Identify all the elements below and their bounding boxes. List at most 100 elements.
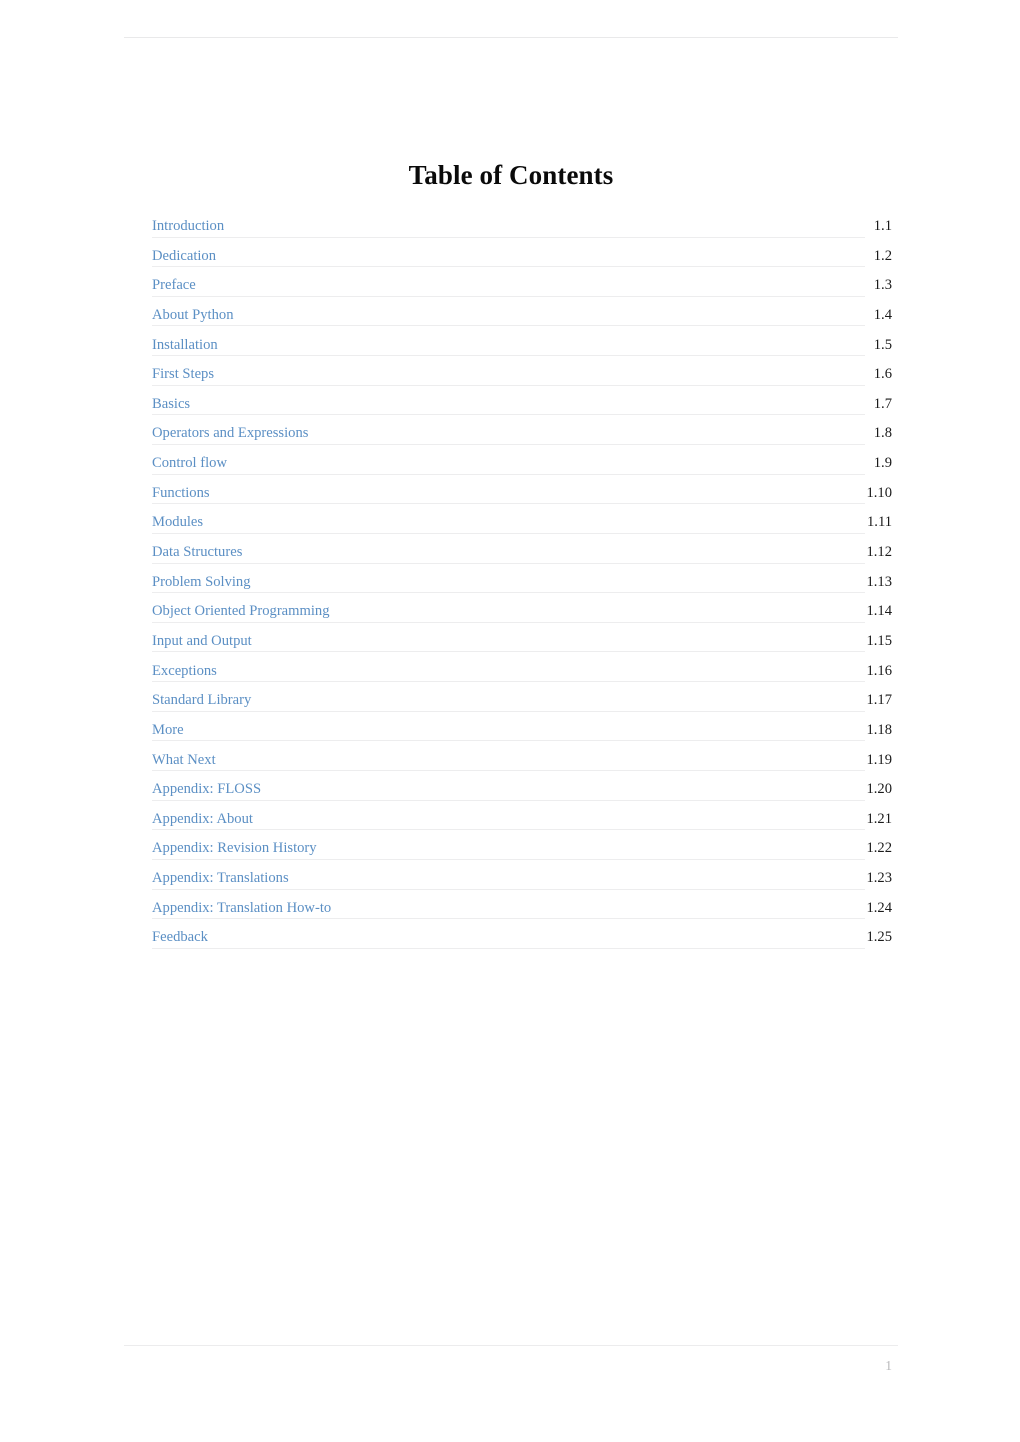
page-header-rule — [124, 37, 898, 38]
toc-entry-row[interactable]: First Steps 1.6 — [152, 362, 892, 392]
toc-entry-row[interactable]: Exceptions 1.16 — [152, 659, 892, 689]
toc-entry-link[interactable]: More — [152, 721, 184, 739]
toc-entry-number: 1.13 — [866, 573, 892, 590]
toc-entry-divider — [152, 621, 865, 623]
toc-entry-number: 1.5 — [873, 336, 892, 353]
toc-entry-link[interactable]: Appendix: About — [152, 810, 253, 828]
page-title: Table of Contents — [408, 160, 614, 190]
toc-entry-link[interactable]: About Python — [152, 306, 234, 324]
toc-entry-divider — [152, 414, 865, 416]
toc-entry-number: 1.25 — [866, 929, 892, 946]
toc-entry-divider — [152, 799, 865, 801]
toc-entry-row[interactable]: What Next 1.19 — [152, 748, 892, 778]
toc-entry-row[interactable]: Introduction 1.1 — [152, 214, 892, 244]
toc-entry-divider — [152, 236, 865, 238]
toc-entry-link[interactable]: Standard Library — [152, 691, 251, 709]
toc-entry-number: 1.11 — [867, 514, 892, 531]
toc-entry-divider — [152, 473, 865, 475]
toc-entry-divider — [152, 325, 865, 327]
toc-entry-number: 1.10 — [866, 484, 892, 501]
toc-entry-number: 1.9 — [873, 455, 892, 472]
toc-entry-row[interactable]: Preface 1.3 — [152, 273, 892, 303]
toc-entry-row[interactable]: Feedback 1.25 — [152, 925, 892, 955]
toc-entry-row[interactable]: More 1.18 — [152, 718, 892, 748]
toc-entry-divider — [152, 740, 865, 742]
toc-entry-divider — [152, 947, 865, 949]
toc-entry-divider — [152, 858, 865, 860]
toc-entry-number: 1.16 — [866, 662, 892, 679]
toc-entry-divider — [152, 888, 865, 890]
toc-entry-link[interactable]: Appendix: Translation How-to — [152, 899, 331, 917]
toc-entry-number: 1.4 — [873, 306, 892, 323]
toc-entry-divider — [152, 443, 865, 445]
toc-entry-number: 1.21 — [866, 810, 892, 827]
toc-entry-divider — [152, 651, 865, 653]
toc-entry-number: 1.2 — [873, 247, 892, 264]
toc-entry-link[interactable]: Exceptions — [152, 662, 217, 680]
toc-entry-number: 1.7 — [873, 395, 892, 412]
toc-entry-row[interactable]: Appendix: Translations 1.23 — [152, 866, 892, 896]
toc-entry-row[interactable]: Appendix: About 1.21 — [152, 807, 892, 837]
toc-entry-number: 1.12 — [866, 544, 892, 561]
toc-entry-link[interactable]: Dedication — [152, 247, 216, 265]
toc-entry-link[interactable]: Introduction — [152, 217, 224, 235]
toc-entry-number: 1.3 — [873, 277, 892, 294]
toc-entry-row[interactable]: Appendix: FLOSS 1.20 — [152, 777, 892, 807]
toc-entry-divider — [152, 532, 865, 534]
toc-entry-link[interactable]: First Steps — [152, 365, 214, 383]
toc-entry-row[interactable]: Input and Output 1.15 — [152, 629, 892, 659]
toc-entry-number: 1.6 — [873, 366, 892, 383]
toc-entry-number: 1.22 — [866, 840, 892, 857]
toc-entry-number: 1.15 — [866, 632, 892, 649]
toc-entry-number: 1.24 — [866, 899, 892, 916]
page-footer-rule — [124, 1345, 898, 1346]
toc-entry-link[interactable]: Feedback — [152, 928, 208, 946]
toc-entry-link[interactable]: Basics — [152, 395, 190, 413]
toc-entry-row[interactable]: Data Structures 1.12 — [152, 540, 892, 570]
toc-entry-number: 1.8 — [873, 425, 892, 442]
toc-entry-number: 1.18 — [866, 721, 892, 738]
toc-entry-number: 1.20 — [866, 781, 892, 798]
toc-entry-link[interactable]: Input and Output — [152, 632, 252, 650]
toc-entry-link[interactable]: Object Oriented Programming — [152, 602, 330, 620]
toc-entry-row[interactable]: Object Oriented Programming 1.14 — [152, 599, 892, 629]
toc-entry-link[interactable]: Control flow — [152, 454, 227, 472]
toc-entry-link[interactable]: Operators and Expressions — [152, 424, 308, 442]
toc-entry-link[interactable]: Functions — [152, 484, 210, 502]
toc-entry-link[interactable]: What Next — [152, 751, 216, 769]
toc-entry-row[interactable]: Appendix: Translation How-to 1.24 — [152, 896, 892, 926]
toc-entry-row[interactable]: Basics 1.7 — [152, 392, 892, 422]
toc-entry-link[interactable]: Data Structures — [152, 543, 242, 561]
toc-entry-divider — [152, 384, 865, 386]
page-number-folio: 1 — [885, 1358, 892, 1373]
toc-entry-divider — [152, 266, 865, 268]
table-of-contents-list: Introduction 1.1 Dedication 1.2 Preface 1.3 Ab… — [152, 214, 892, 955]
toc-entry-row[interactable]: Modules 1.11 — [152, 510, 892, 540]
toc-entry-row[interactable]: Functions 1.10 — [152, 481, 892, 511]
toc-entry-divider — [152, 770, 865, 772]
toc-entry-divider — [152, 503, 865, 505]
toc-entry-divider — [152, 355, 865, 357]
toc-entry-divider — [152, 829, 865, 831]
toc-entry-link[interactable]: Problem Solving — [152, 573, 251, 591]
toc-entry-row[interactable]: Appendix: Revision History 1.22 — [152, 836, 892, 866]
toc-entry-link[interactable]: Preface — [152, 276, 196, 294]
toc-entry-divider — [152, 681, 865, 683]
toc-entry-link[interactable]: Modules — [152, 513, 203, 531]
toc-entry-divider — [152, 592, 865, 594]
toc-entry-row[interactable]: About Python 1.4 — [152, 303, 892, 333]
toc-entry-row[interactable]: Dedication 1.2 — [152, 244, 892, 274]
toc-entry-link[interactable]: Appendix: Revision History — [152, 839, 317, 857]
toc-entry-divider — [152, 295, 865, 297]
toc-entry-number: 1.17 — [866, 692, 892, 709]
toc-entry-divider — [152, 918, 865, 920]
toc-entry-row[interactable]: Installation 1.5 — [152, 333, 892, 363]
toc-entry-link[interactable]: Installation — [152, 336, 218, 354]
toc-entry-row[interactable]: Problem Solving 1.13 — [152, 570, 892, 600]
toc-entry-link[interactable]: Appendix: FLOSS — [152, 780, 261, 798]
toc-entry-link[interactable]: Appendix: Translations — [152, 869, 289, 887]
toc-entry-row[interactable]: Control flow 1.9 — [152, 451, 892, 481]
toc-entry-row[interactable]: Standard Library 1.17 — [152, 688, 892, 718]
toc-entry-row[interactable]: Operators and Expressions 1.8 — [152, 421, 892, 451]
toc-entry-divider — [152, 710, 865, 712]
